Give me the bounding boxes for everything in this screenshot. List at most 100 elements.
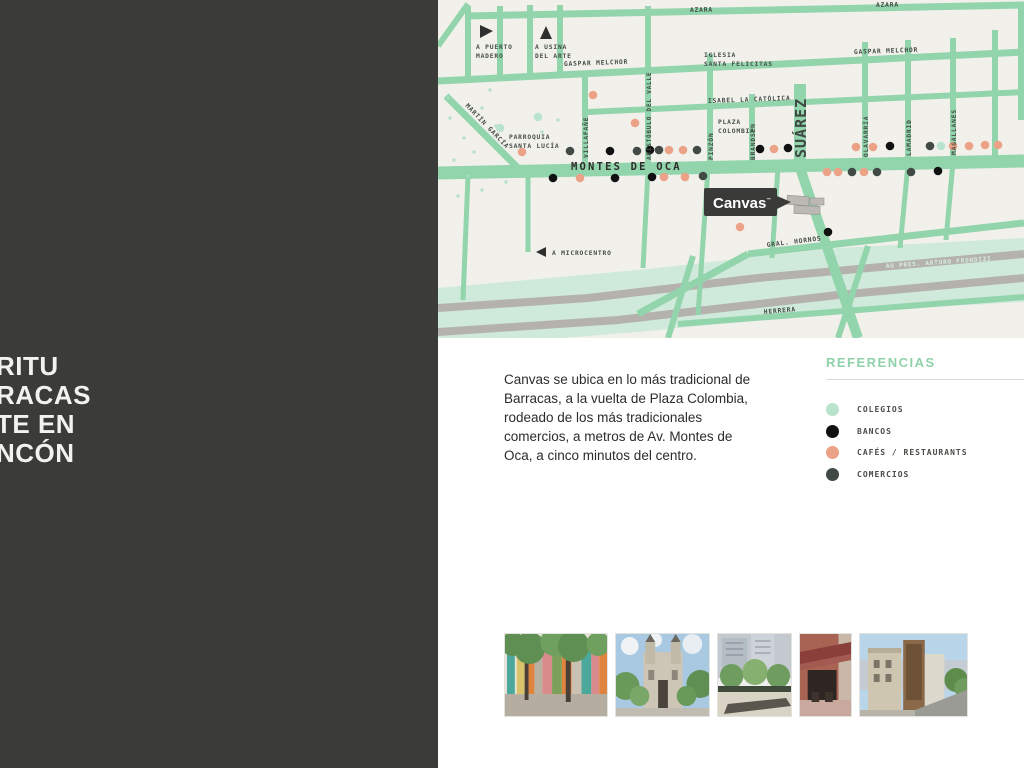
map-street	[466, 5, 1024, 16]
map-street-label: GASPAR MELCHOR	[564, 59, 628, 68]
cafes-dot-icon	[826, 446, 839, 459]
map-dot-ca	[852, 143, 861, 152]
map-street-label: VILLAFAÑE	[581, 117, 590, 158]
park-speckle	[456, 194, 460, 198]
colegios-dot-icon	[826, 403, 839, 416]
map-dot-ba	[824, 228, 833, 237]
map-dot-ca	[834, 168, 843, 177]
map-dot-ca	[679, 146, 688, 155]
park-speckle	[488, 88, 492, 92]
to-puerto-madero-arrow-icon	[480, 25, 493, 38]
legend-item-colegios: COLEGIOS	[826, 403, 1024, 416]
headline-line: NCÓN	[0, 439, 91, 468]
park-speckle	[446, 96, 450, 100]
headline-line: RACAS	[0, 381, 91, 410]
map-dot-ca	[631, 119, 640, 128]
map-street	[463, 176, 468, 300]
map-dot-ca	[681, 173, 690, 182]
map-dot-ba	[549, 174, 558, 183]
to-microcentro-arrow-icon	[536, 247, 546, 257]
map-dot-cm	[566, 147, 575, 156]
map-dot-cm	[693, 146, 702, 155]
to-puerto-madero-label: MADERO	[476, 53, 504, 60]
map-street-label: BRANDSEN	[750, 123, 757, 160]
legend-item-bancos: BANCOS	[826, 425, 1024, 438]
content-panel: AZARAAZARAGASPAR MELCHORGASPAR MELCHORIG…	[438, 0, 1024, 768]
bancos-dot-icon	[826, 425, 839, 438]
map-legend: REFERENCIAS COLEGIOS BANCOS CAFÉS / REST…	[826, 355, 1024, 489]
canvas-building-footprint	[794, 206, 820, 215]
map-dot-cm	[926, 142, 935, 151]
map-street-label: SANTA LUCÍA	[509, 141, 560, 150]
map-street-label: PINZÓN	[706, 132, 715, 160]
map-street-label: LAMADRID	[906, 119, 913, 156]
to-usina-del-arte-label: DEL ARTE	[535, 53, 572, 60]
map-dot-cm	[655, 146, 664, 155]
map-street-label: AZARA	[876, 2, 899, 9]
headline-line: RITU	[0, 352, 91, 381]
map-street	[643, 170, 648, 268]
map-street-label: PLAZA	[718, 119, 741, 126]
park-speckle	[462, 136, 466, 140]
map-street-label: SUÁREZ	[791, 98, 810, 158]
map-dot-cm	[699, 172, 708, 181]
map-dot-ba	[934, 167, 943, 176]
map-street-label: OLAVARRÍA	[861, 116, 870, 157]
svg-text:Canvas™: Canvas™	[713, 195, 771, 212]
map-dot-cm	[873, 168, 882, 177]
map-dot-co	[534, 113, 543, 122]
map-dot-ba	[886, 142, 895, 151]
park-speckle	[452, 158, 456, 162]
map-street-label: ARISTÓBULO DEL VALLE	[646, 72, 653, 160]
map-dot-ca	[770, 145, 779, 154]
map-street-label: SANTA FELICITAS	[704, 61, 773, 68]
legend-item-comercios: COMERCIOS	[826, 468, 1024, 481]
map-dot-ba	[648, 173, 657, 182]
map-street-label: MONTES DE OCA	[571, 161, 682, 173]
map-dot-cm	[633, 147, 642, 156]
comercios-dot-icon	[826, 468, 839, 481]
map-dot-ca	[660, 173, 669, 182]
map-street	[438, 4, 468, 46]
map-dot-ca	[981, 141, 990, 150]
gallery-thumb-church[interactable]	[615, 633, 710, 717]
barracas-map-svg: AZARAAZARAGASPAR MELCHORGASPAR MELCHORIG…	[438, 0, 1024, 338]
map-dot-ca	[994, 141, 1003, 150]
to-puerto-madero-label: A PUERTO	[476, 44, 513, 51]
photo-gallery	[504, 633, 968, 717]
gallery-thumb-avenue[interactable]	[859, 633, 968, 717]
map-dot-ca	[736, 223, 745, 232]
map-dot-ca	[823, 168, 832, 177]
map-dot-ca	[576, 174, 585, 183]
map-dot-cm	[907, 168, 916, 177]
left-dark-panel: RITU RACAS TE EN NCÓN	[0, 0, 438, 768]
gallery-thumb-plaza[interactable]	[717, 633, 792, 717]
gallery-thumb-colorful-street[interactable]	[504, 633, 608, 717]
park-speckle	[556, 118, 560, 122]
map-dot-ca	[860, 168, 869, 177]
map-dot-ba	[784, 144, 793, 153]
map-dot-ca	[965, 142, 974, 151]
map-street-label: MARTÍN GARCÍA	[464, 101, 512, 150]
canvas-building-footprint	[810, 198, 824, 205]
map-street-label: IGLESIA	[704, 52, 736, 59]
to-usina-del-arte-arrow-icon	[540, 26, 552, 39]
map-dot-co	[937, 142, 946, 151]
map-dot-ba	[611, 174, 620, 183]
clipped-headline: RITU RACAS TE EN NCÓN	[0, 352, 91, 468]
barracas-map: AZARAAZARAGASPAR MELCHORGASPAR MELCHORIG…	[438, 0, 1024, 338]
park-speckle	[466, 174, 470, 178]
legend-divider	[826, 379, 1024, 380]
park-speckle	[480, 188, 484, 192]
gallery-thumb-cafe[interactable]	[799, 633, 852, 717]
park-speckle	[448, 116, 452, 120]
map-street-label: MAGALLANES	[951, 109, 958, 155]
map-street-label: AZARA	[690, 7, 713, 14]
park-speckle	[472, 150, 476, 154]
park-speckle	[504, 180, 508, 184]
map-dot-ca	[665, 146, 674, 155]
canvas-building-footprint	[787, 195, 810, 206]
legend-title: REFERENCIAS	[826, 355, 1024, 370]
map-dot-ca	[589, 91, 598, 100]
location-description: Canvas se ubica en lo más tradicional de…	[504, 370, 754, 465]
